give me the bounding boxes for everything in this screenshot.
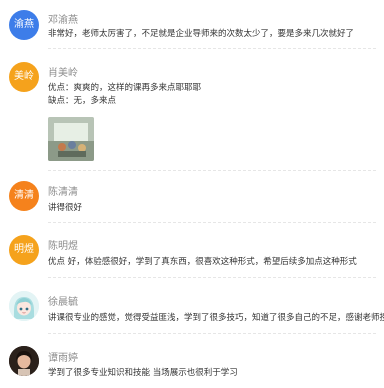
comment-text: 非常好，老师太厉害了，不足就是企业导师来的次数太少了，要是多来几次就好了	[48, 29, 355, 39]
divider	[48, 170, 376, 171]
avatar-initials: 清清	[14, 190, 34, 201]
divider	[48, 48, 376, 49]
avatar[interactable]: 美岭	[9, 62, 39, 92]
avatar[interactable]	[9, 291, 39, 321]
comment-text: 缺点：无，多来点	[48, 96, 117, 106]
divider	[48, 222, 376, 223]
anime-girl-avatar-icon	[9, 291, 39, 321]
commenter-name[interactable]: 徐晨毓	[48, 293, 78, 308]
avatar-initials: 美岭	[14, 71, 34, 82]
divider	[48, 333, 376, 334]
comment-text: 讲得很好	[48, 203, 83, 213]
commenter-name[interactable]: 肖美岭	[48, 64, 78, 79]
comment-feed: 渝燕 邓渝燕 非常好，老师太厉害了，不足就是企业导师来的次数太少了，要是多来几次…	[0, 0, 384, 388]
comment-text: 优点：爽爽的，这样的课再多来点耶耶耶	[48, 83, 202, 93]
avatar[interactable]: 明煜	[9, 235, 39, 265]
avatar[interactable]: 清清	[9, 181, 39, 211]
avatar[interactable]	[9, 346, 39, 376]
comment-image[interactable]	[48, 117, 94, 161]
commenter-name[interactable]: 陈清清	[48, 183, 78, 198]
avatar-initials: 渝燕	[14, 19, 34, 30]
commenter-name[interactable]: 陈明煜	[48, 237, 78, 252]
classroom-photo-icon	[48, 117, 94, 161]
commenter-name[interactable]: 谭雨婷	[48, 349, 78, 364]
avatar-initials: 明煜	[14, 244, 34, 255]
divider	[48, 277, 376, 278]
commenter-name[interactable]: 邓渝燕	[48, 11, 78, 26]
portrait-photo-avatar-icon	[9, 346, 39, 376]
avatar[interactable]: 渝燕	[9, 10, 39, 40]
comment-text: 学到了很多专业知识和技能 当场展示也很利于学习	[48, 368, 238, 378]
comment-text: 讲课很专业的感觉，觉得受益匪浅，学到了很多技巧，知道了很多自己的不足，感谢老师授…	[48, 313, 384, 323]
comment-text: 优点 好，体验感很好，学到了真东西，很喜欢这种形式，希望后续多加点这种形式	[48, 257, 357, 267]
